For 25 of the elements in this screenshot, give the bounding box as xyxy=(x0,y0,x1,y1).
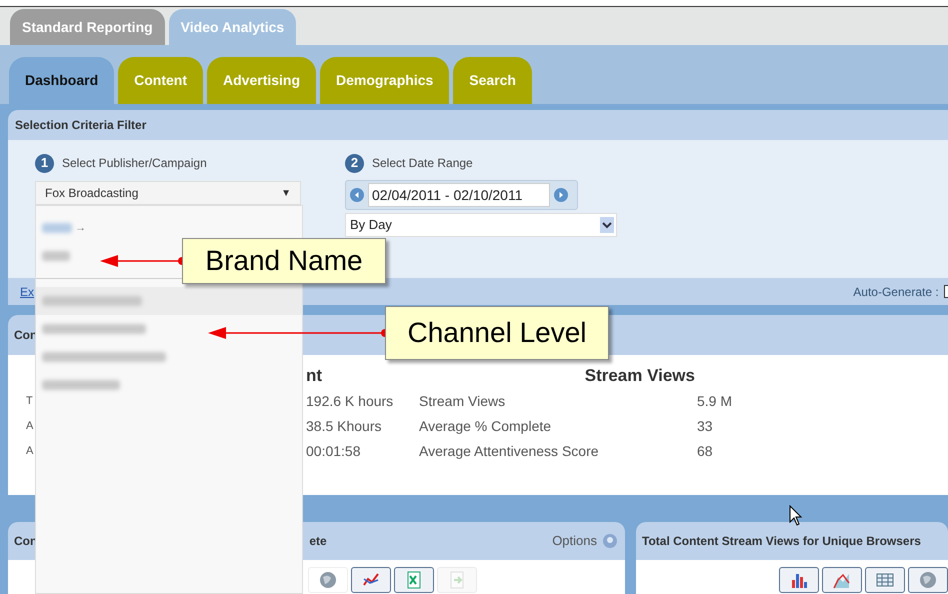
metric-label: Average Attentiveness Score xyxy=(419,442,600,461)
arrow-text: → xyxy=(75,220,86,236)
callout-tooltip: Brand Name xyxy=(182,238,386,284)
panel-title: Total Content Stream Views for Unique Browsers xyxy=(642,533,921,550)
row-label: T xyxy=(25,394,34,408)
auto-generate-label: Auto-Generate : xyxy=(853,284,940,300)
value-text: 00:01:58 xyxy=(306,442,362,460)
step-number: 1 xyxy=(35,154,54,172)
metric-value: 5.9 M xyxy=(697,392,734,410)
row-label: A xyxy=(25,418,34,434)
step-label: Select Publisher/Campaign xyxy=(62,155,207,172)
metric-label: Average % Complete xyxy=(419,416,552,436)
section-title: Selection Criteria Filter xyxy=(15,117,146,134)
metric-value: 33 xyxy=(697,416,714,436)
value-text: 192.6 K hours xyxy=(306,392,394,410)
value-text: 38.5 Khours xyxy=(306,416,382,436)
step-label: Select Date Range xyxy=(372,155,473,172)
metric-value: 68 xyxy=(697,442,714,460)
metric-label: Stream Views xyxy=(419,392,506,410)
callout-tooltip: Channel Level xyxy=(385,306,609,360)
column-heading: nt xyxy=(306,365,324,387)
step-number: 2 xyxy=(345,154,364,172)
column-heading: Stream Views xyxy=(584,365,696,387)
row-label: A xyxy=(25,444,34,458)
panel-title: ete xyxy=(309,533,327,550)
